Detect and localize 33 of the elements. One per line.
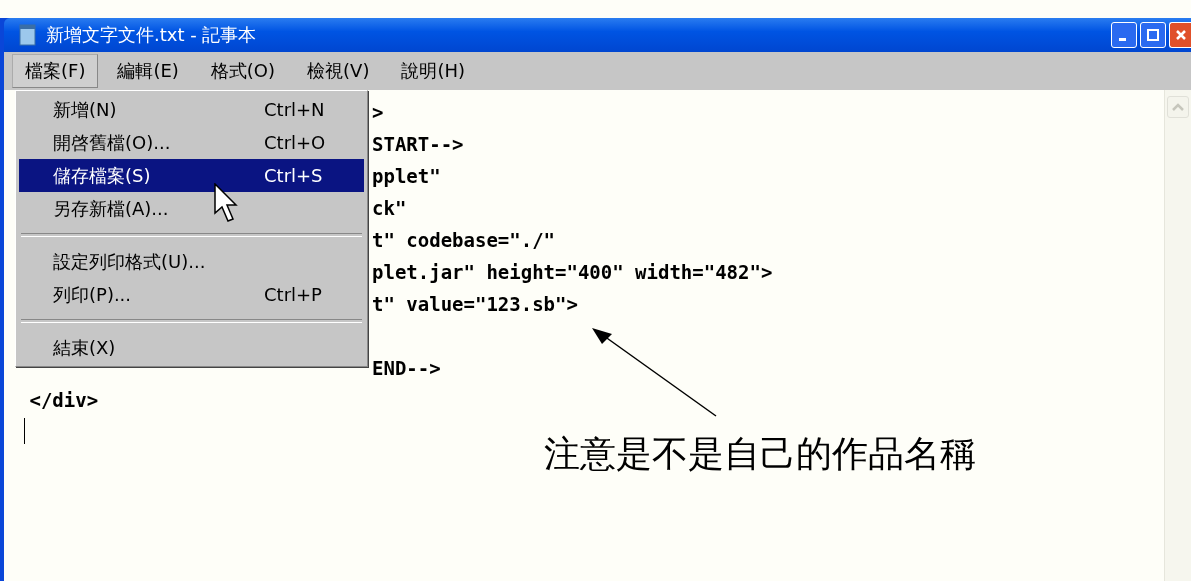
code-line: pplet" [372,165,441,187]
code-line: ck" [372,197,407,219]
text-caret [24,418,25,444]
menu-item[interactable]: 檔案(F) [12,54,99,88]
minimize-button[interactable] [1111,22,1137,48]
menu-option[interactable]: 設定列印格式(U)... [19,245,364,278]
code-line: START--> [372,133,464,155]
maximize-button[interactable] [1140,22,1166,48]
code-line: plet.jar" height="400" width="482"> [372,261,773,283]
window-title: 新增文字文件.txt - 記事本 [46,23,257,47]
menu-option[interactable]: 另存新檔(A)... [19,192,364,225]
menu-item[interactable]: 格式(O) [197,54,289,88]
close-button[interactable] [1169,22,1191,48]
code-line: END--> [372,357,441,379]
menu-item[interactable]: 說明(H) [388,54,478,88]
code-line: </div> [28,389,99,411]
annotation-text: 注意是不是自己的作品名稱 [544,432,976,476]
code-line: > [372,101,384,123]
close-icon [1173,28,1188,42]
menu-option[interactable]: 結束(X) [19,331,364,364]
mouse-pointer-icon [214,183,240,225]
menu-option[interactable]: 儲存檔案(S) Ctrl+S [19,159,364,192]
code-line: t" codebase="./" [372,229,556,251]
notepad-icon [18,23,38,47]
maximize-icon [1146,28,1160,42]
code-line: t" value="123.sb"> [372,293,578,315]
scrollbar[interactable] [1164,90,1191,581]
menu-option[interactable]: 新增(N) Ctrl+N [19,93,364,126]
menu-option[interactable]: 開啓舊檔(O)... Ctrl+O [19,126,364,159]
menu-item[interactable]: 檢視(V) [294,54,383,88]
minimize-icon [1118,37,1126,41]
menu-option[interactable]: 列印(P)... Ctrl+P [19,278,364,311]
menu-item[interactable]: 編輯(E) [104,54,192,88]
